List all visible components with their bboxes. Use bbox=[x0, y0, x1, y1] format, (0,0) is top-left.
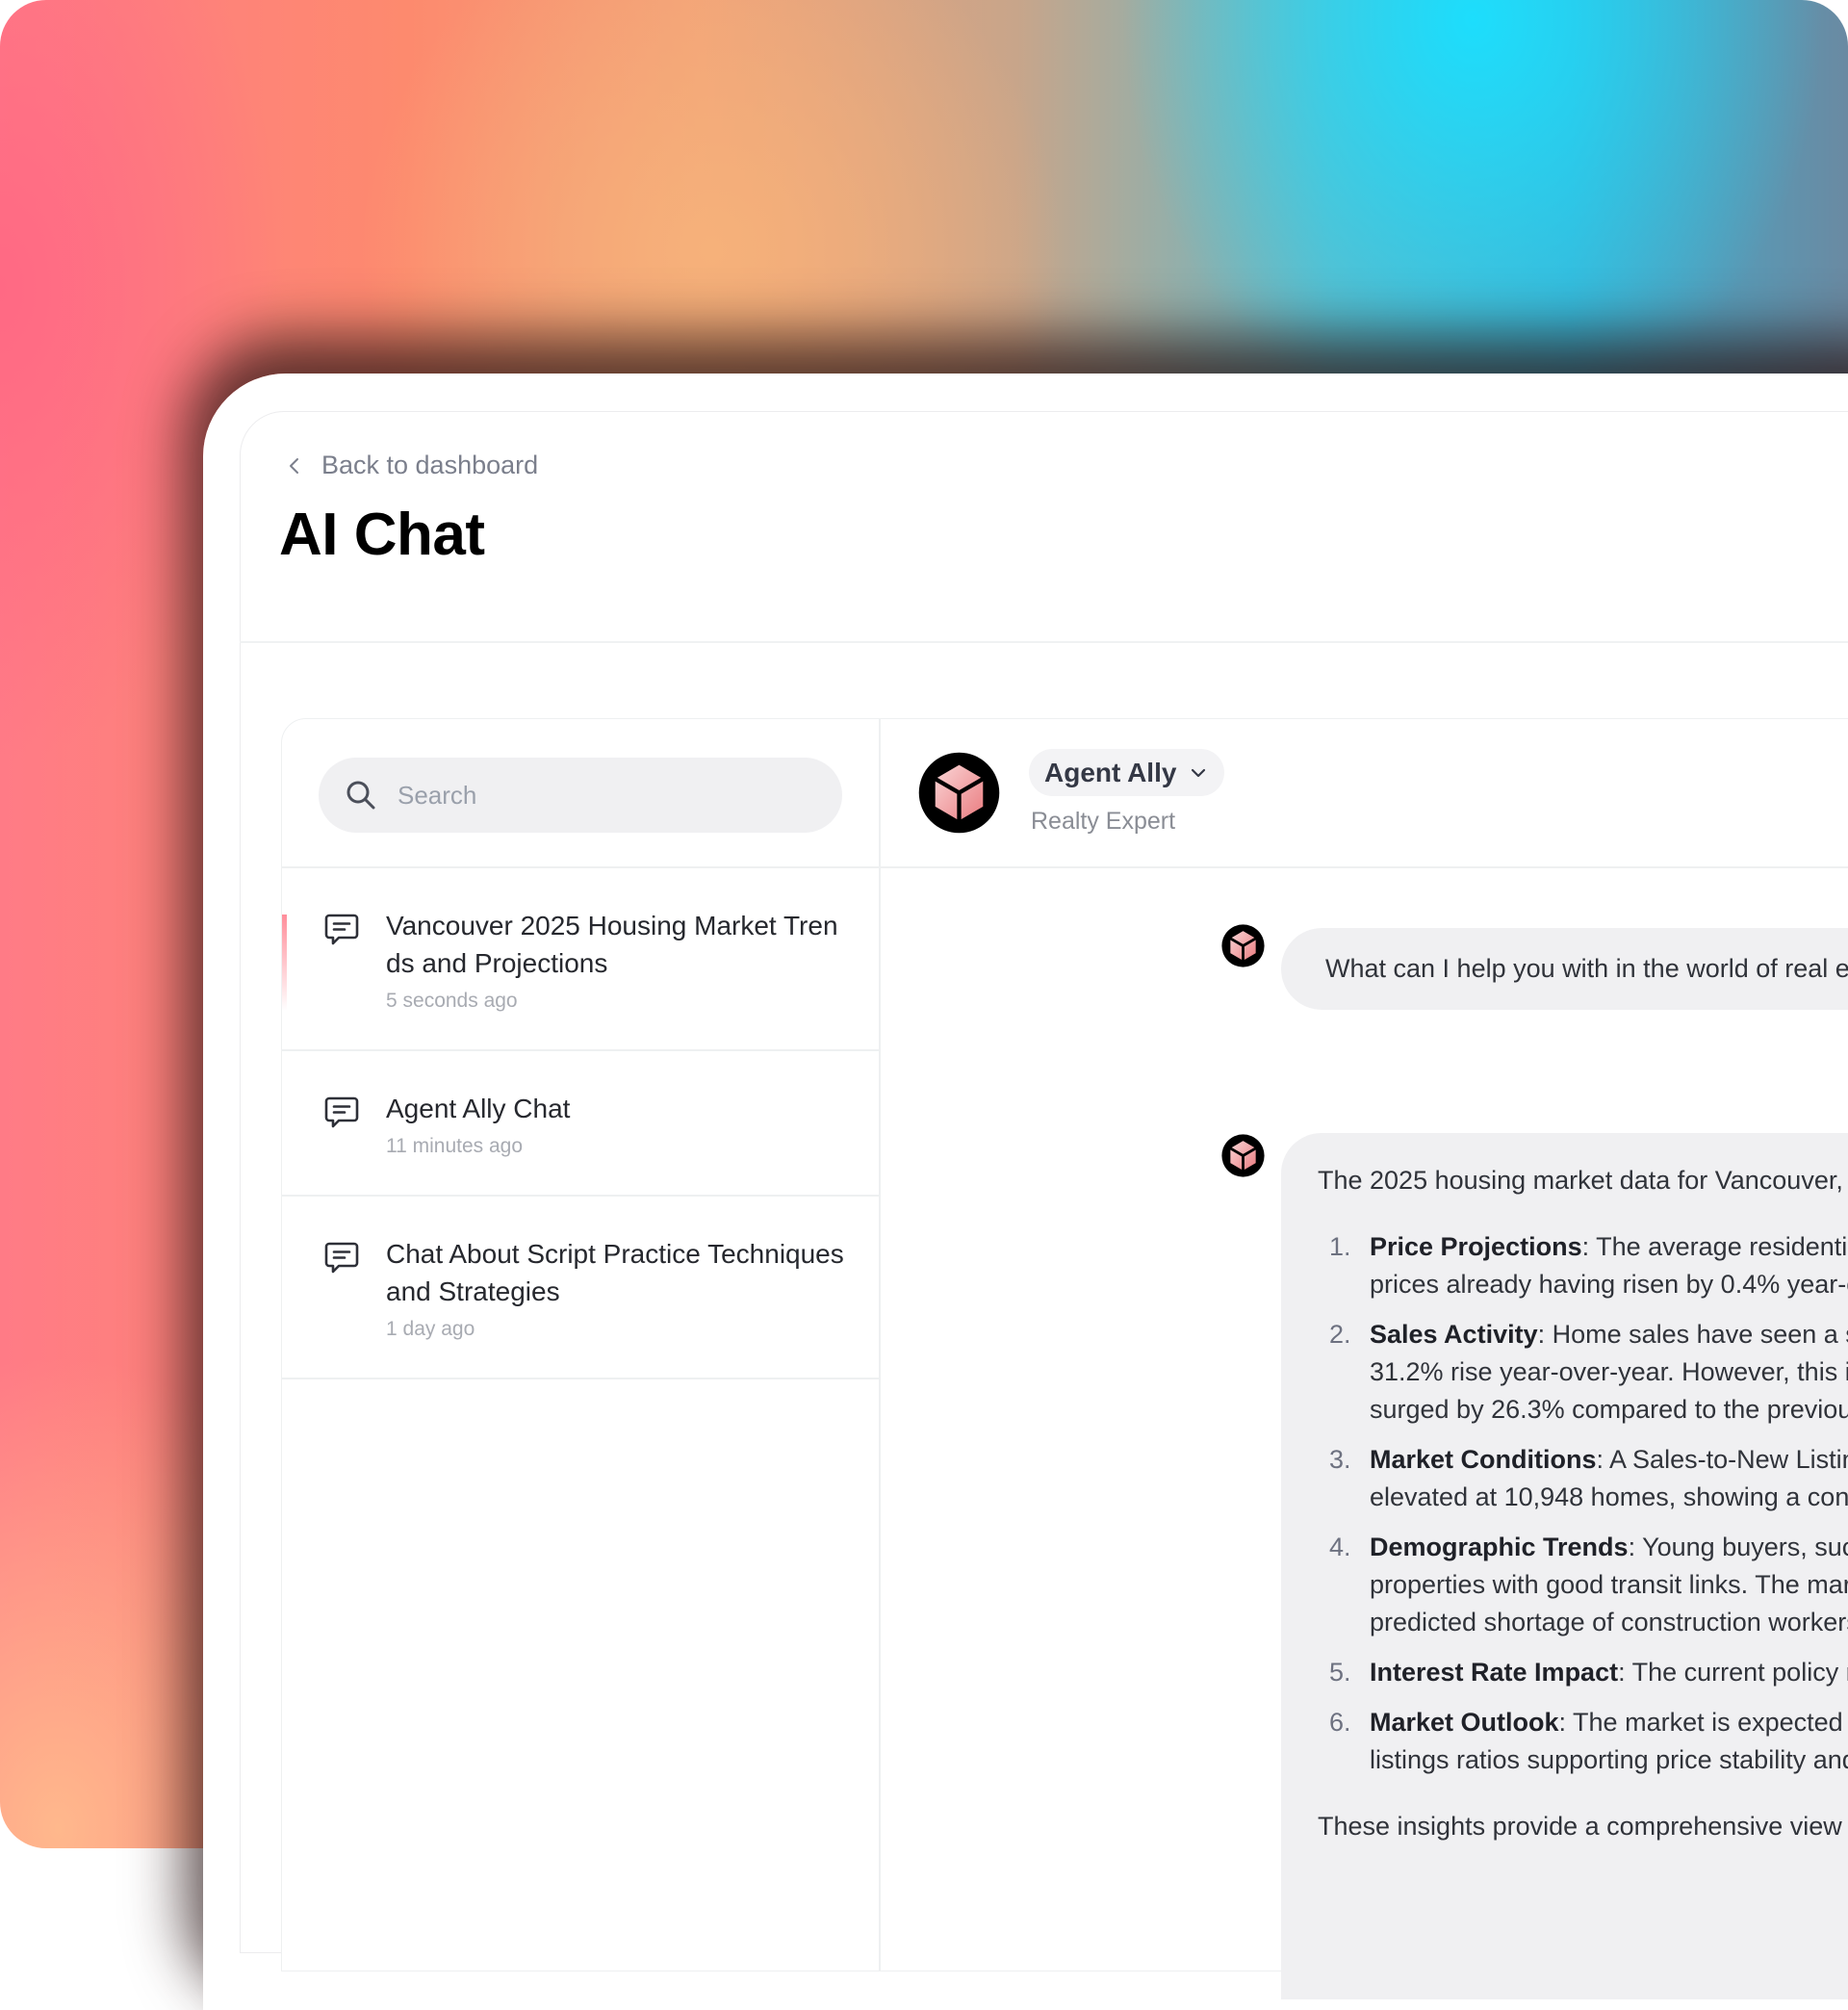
item-heading: Market Conditions bbox=[1370, 1445, 1597, 1474]
agent-role: Realty Expert bbox=[1031, 808, 1176, 835]
agent-name: Agent Ally bbox=[1044, 757, 1177, 787]
agent-selector-dropdown[interactable]: Agent Ally bbox=[1029, 749, 1225, 796]
chevron-down-icon bbox=[1192, 768, 1206, 777]
response-list: 1. Price Projections: The average reside… bbox=[1318, 1228, 1848, 1779]
response-item: 5. Interest Rate Impact: The current pol… bbox=[1318, 1654, 1848, 1691]
chat-pane: Agent Ally Realty Expert What can I help… bbox=[881, 719, 1848, 1999]
chat-header: Agent Ally Realty Expert bbox=[881, 719, 1848, 868]
response-item: 2. Sales Activity: Home sales have seen … bbox=[1318, 1316, 1848, 1429]
item-text: prices already having risen by 0.4% year… bbox=[1370, 1270, 1848, 1299]
search-input[interactable] bbox=[396, 779, 804, 812]
assistant-message: The 2025 housing market data for Vancouv… bbox=[1281, 1133, 1848, 1999]
conversation-time: 11 minutes ago bbox=[386, 1135, 524, 1157]
assistant-message: What can I help you with in the world of… bbox=[1281, 928, 1848, 1010]
item-heading: Sales Activity bbox=[1370, 1320, 1538, 1349]
item-text: properties with good transit links. The … bbox=[1370, 1570, 1848, 1599]
response-intro: The 2025 housing market data for Vancouv… bbox=[1318, 1166, 1848, 1195]
search-box[interactable] bbox=[319, 758, 842, 833]
item-text: Young buyers, such as Millennials and G bbox=[1642, 1533, 1848, 1561]
response-outro: These insights provide a comprehensive v… bbox=[1318, 1812, 1848, 1841]
conversation-time: 1 day ago bbox=[386, 1318, 475, 1340]
conversation-title: Vancouver 2025 Housing Market Trends and… bbox=[386, 911, 838, 978]
item-number: 2. bbox=[1329, 1320, 1351, 1349]
item-number: 5. bbox=[1329, 1658, 1351, 1687]
page-title: AI Chat bbox=[279, 502, 485, 568]
item-text: A Sales-to-New Listings Ratio of 105% in… bbox=[1609, 1445, 1848, 1474]
chevron-left-icon bbox=[290, 457, 298, 474]
search-icon bbox=[346, 781, 375, 810]
item-text: Home sales have seen a significant incre… bbox=[1552, 1320, 1848, 1349]
item-number: 4. bbox=[1329, 1533, 1351, 1561]
response-item: 1. Price Projections: The average reside… bbox=[1318, 1228, 1848, 1303]
conversation-sidebar: Vancouver 2025 Housing Market Trends and… bbox=[282, 719, 881, 1971]
conversation-time: 5 seconds ago bbox=[386, 990, 518, 1012]
header-divider bbox=[240, 641, 1848, 643]
chat-bubble-icon bbox=[324, 1096, 359, 1128]
chat-bubble-icon bbox=[324, 914, 359, 945]
chat-bubble-icon bbox=[324, 1242, 359, 1274]
item-text: The current policy rate of the Bank of C… bbox=[1631, 1658, 1848, 1687]
response-item: 3. Market Conditions: A Sales-to-New Lis… bbox=[1318, 1441, 1848, 1516]
item-text: listings ratios supporting price stabili… bbox=[1370, 1745, 1848, 1774]
item-heading: Demographic Trends bbox=[1370, 1533, 1629, 1561]
conversation-item[interactable]: Vancouver 2025 Housing Market Trends and… bbox=[282, 868, 879, 1051]
item-text: The average residential sale price is pr… bbox=[1596, 1232, 1848, 1261]
conversation-title: Agent Ally Chat bbox=[386, 1094, 571, 1123]
agent-avatar-cube-icon bbox=[1221, 924, 1265, 967]
conversation-title: Chat About Script Practice Techniques an… bbox=[386, 1239, 844, 1306]
conversation-item[interactable]: Chat About Script Practice Techniques an… bbox=[282, 1197, 879, 1379]
item-number: 3. bbox=[1329, 1445, 1351, 1474]
conversation-item[interactable]: Agent Ally Chat 11 minutes ago bbox=[282, 1051, 879, 1197]
agent-avatar-cube-icon bbox=[918, 752, 1000, 834]
chat-container: Vancouver 2025 Housing Market Trends and… bbox=[281, 718, 1848, 1999]
item-text: predicted shortage of construction worke… bbox=[1370, 1608, 1848, 1636]
item-number: 1. bbox=[1329, 1232, 1351, 1261]
item-heading: Interest Rate Impact bbox=[1370, 1658, 1619, 1687]
item-heading: Price Projections bbox=[1370, 1232, 1582, 1261]
item-number: 6. bbox=[1329, 1708, 1351, 1737]
item-heading: Market Outlook bbox=[1370, 1708, 1559, 1737]
item-text: 31.2% rise year-over-year. However, this… bbox=[1370, 1357, 1848, 1386]
item-text: surged by 26.3% compared to the previous… bbox=[1370, 1395, 1848, 1424]
back-label: Back to dashboard bbox=[321, 451, 539, 479]
response-item: 4. Demographic Trends: Young buyers, suc… bbox=[1318, 1529, 1848, 1641]
back-to-dashboard-link[interactable]: Back to dashboard bbox=[285, 451, 538, 480]
response-item: 6. Market Outlook: The market is expecte… bbox=[1318, 1704, 1848, 1779]
item-text: elevated at 10,948 homes, showing a cons… bbox=[1370, 1482, 1848, 1511]
item-text: The market is expected to move towards a… bbox=[1573, 1708, 1848, 1737]
agent-avatar-cube-icon bbox=[1221, 1134, 1265, 1177]
sidebar-header bbox=[282, 719, 879, 868]
